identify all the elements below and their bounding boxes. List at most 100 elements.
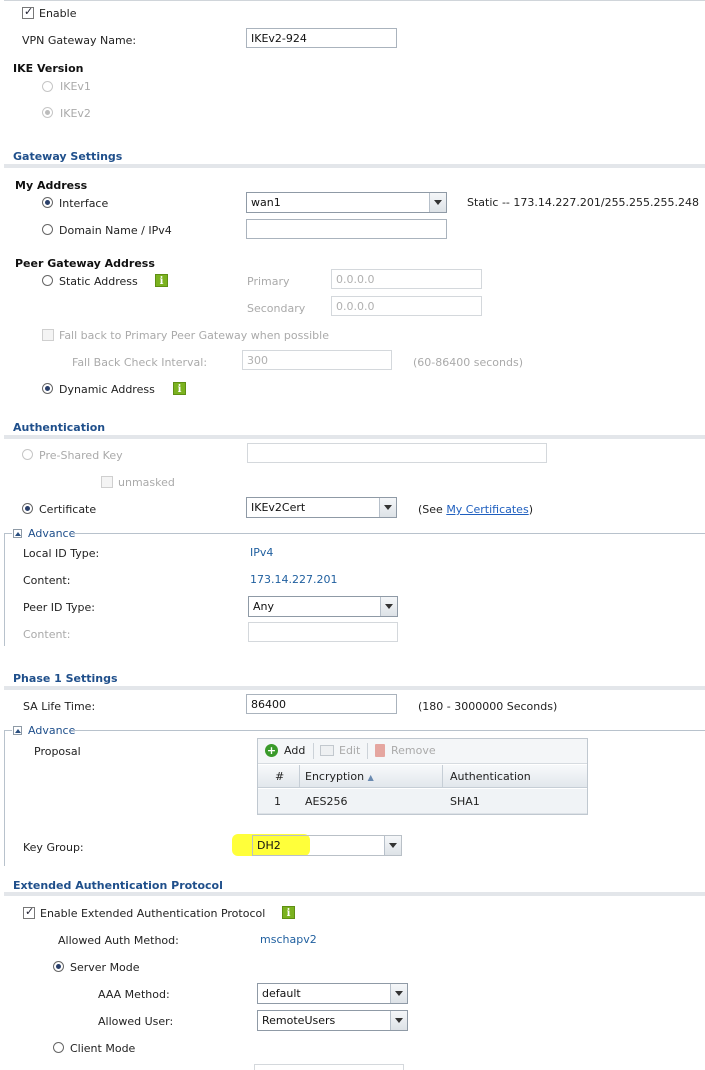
fallback-interval-input[interactable]: 300 [242,350,392,370]
collapse-up-icon[interactable] [13,529,22,538]
ikev1-label: IKEv1 [60,80,91,93]
toolbar-divider [313,743,314,759]
local-id-type-value: IPv4 [250,546,274,559]
ikev2-radio[interactable] [42,107,53,118]
phase1-title: Phase 1 Settings [13,672,118,685]
edit-button[interactable]: Edit [339,744,360,757]
collapse-up-icon[interactable] [13,726,22,735]
remove-button[interactable]: Remove [391,744,436,757]
top-divider [4,0,705,1]
interface-select[interactable]: wan1 [246,192,447,213]
proposal-label: Proposal [34,745,81,758]
certificate-radio[interactable] [22,503,33,514]
psk-label: Pre-Shared Key [39,449,123,462]
certificate-label: Certificate [39,503,97,516]
column-header-num[interactable]: # [275,770,284,783]
info-icon[interactable]: i [282,906,295,919]
enable-checkbox[interactable] [22,5,34,19]
peer-gateway-title: Peer Gateway Address [15,257,155,270]
chevron-down-icon [390,984,407,1003]
info-icon[interactable]: i [173,382,186,395]
my-certificates-link[interactable]: My Certificates [446,503,528,516]
chevron-down-icon [429,193,446,212]
table-row[interactable]: 1 AES256 SHA1 [258,789,587,814]
section-divider [4,164,705,168]
static-address-radio[interactable] [42,275,53,286]
sa-life-input[interactable]: 86400 [246,694,397,714]
partial-input [254,1064,404,1070]
primary-input[interactable]: 0.0.0.0 [331,269,482,289]
allowed-method-value: mschapv2 [260,933,317,946]
advance-toggle[interactable]: Advance [28,527,75,540]
column-header-authentication[interactable]: Authentication [450,770,531,783]
certificate-select-value: IKEv2Cert [251,501,306,514]
key-group-select[interactable]: DH2 [252,835,402,856]
advance-line [4,730,12,731]
interface-status: Static -- 173.14.227.201/255.255.255.248 [467,196,700,209]
server-mode-label: Server Mode [70,961,140,974]
see-prefix: (See [418,503,447,516]
encryption-header-label: Encryption [305,770,365,783]
xauth-enable-checkbox[interactable] [23,905,35,919]
row-encryption: AES256 [305,795,348,808]
allowed-method-label: Allowed Auth Method: [58,934,179,947]
gateway-settings-title: Gateway Settings [13,150,123,163]
my-address-title: My Address [15,179,88,192]
interface-radio[interactable] [42,197,53,208]
see-suffix: ) [528,503,533,516]
advance-line [4,533,12,534]
proposal-toolbar: + Add Edit Remove [258,739,587,764]
add-button[interactable]: Add [284,744,305,757]
enable-label: Enable [39,7,77,20]
chevron-down-icon [379,498,396,517]
ikev1-radio[interactable] [42,81,53,92]
xauth-enable-label: Enable Extended Authentication Protocol [40,907,266,920]
chevron-down-icon [390,1011,407,1030]
secondary-input[interactable]: 0.0.0.0 [331,296,482,316]
sort-asc-icon: ▲ [367,773,374,782]
aaa-method-label: AAA Method: [98,988,170,1001]
primary-label: Primary [247,275,290,288]
secondary-label: Secondary [247,302,306,315]
psk-radio[interactable] [22,449,33,460]
peer-id-type-select[interactable]: Any [248,596,398,617]
row-num: 1 [274,795,281,808]
chevron-down-icon [384,836,401,855]
row-authentication: SHA1 [450,795,480,808]
aaa-method-select[interactable]: default [257,983,408,1004]
fallback-checkbox[interactable] [42,329,54,341]
certificate-select[interactable]: IKEv2Cert [246,497,397,518]
peer-content-input[interactable] [248,622,398,642]
authentication-title: Authentication [13,421,106,434]
dynamic-address-radio[interactable] [42,383,53,394]
info-icon[interactable]: i [155,274,168,287]
fallback-interval-label: Fall Back Check Interval: [72,356,208,369]
advance-line [4,730,5,866]
section-divider [4,892,705,896]
proposal-grid: + Add Edit Remove # Encryption ▲ Authent… [257,738,588,815]
trash-icon [375,744,385,757]
ikev2-label: IKEv2 [60,107,91,120]
sa-life-hint: (180 - 3000000 Seconds) [418,700,558,713]
domain-input[interactable] [246,219,447,239]
server-mode-radio[interactable] [53,961,64,972]
gateway-name-input[interactable]: IKEv2-924 [246,28,397,48]
allowed-user-select[interactable]: RemoteUsers [257,1010,408,1031]
interface-select-value: wan1 [251,196,281,209]
section-divider [4,435,705,439]
domain-radio[interactable] [42,224,53,235]
unmasked-checkbox[interactable] [101,476,113,488]
allowed-user-label: Allowed User: [98,1015,174,1028]
column-header-encryption[interactable]: Encryption ▲ [305,770,374,783]
edit-icon [320,745,334,756]
psk-input[interactable] [247,443,547,463]
advance-toggle[interactable]: Advance [28,724,75,737]
advance-line [73,533,705,534]
fallback-label: Fall back to Primary Peer Gateway when p… [59,329,329,342]
client-mode-label: Client Mode [70,1042,136,1055]
local-id-type-label: Local ID Type: [23,547,100,560]
content-label: Content: [23,574,71,587]
advance-line [73,730,705,731]
see-certificates: (See My Certificates) [418,503,533,516]
client-mode-radio[interactable] [53,1042,64,1053]
